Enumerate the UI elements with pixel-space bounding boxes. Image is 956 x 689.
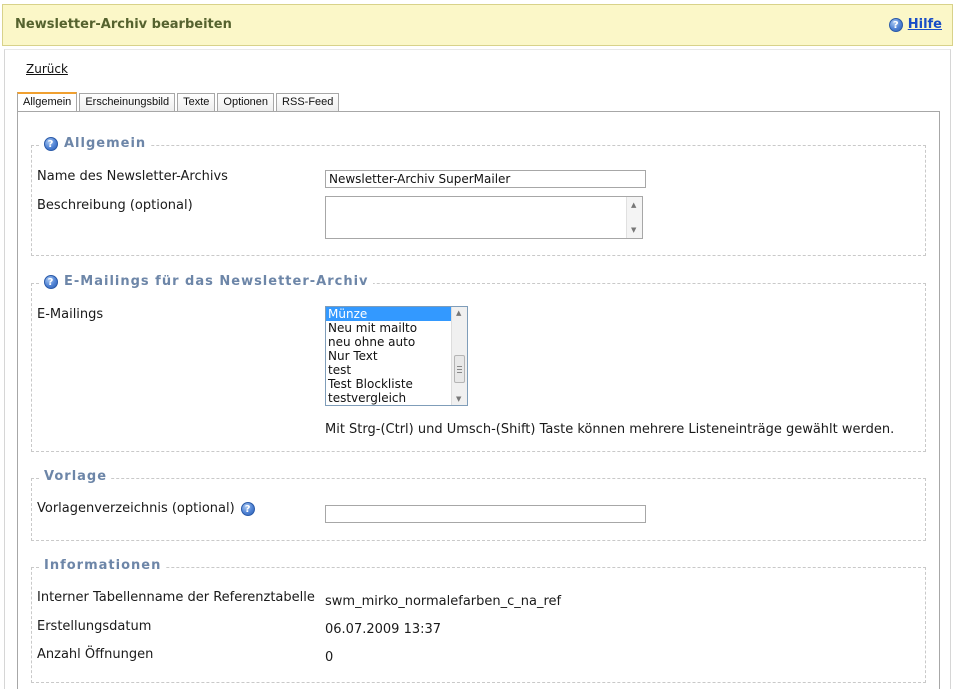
section-emailings-legend: ? E-Mailings für das Newsletter-Archiv xyxy=(40,274,373,289)
opens-label: Anzahl Öffnungen xyxy=(37,647,154,662)
emailing-option[interactable]: test xyxy=(326,363,467,377)
created-label: Erstellungsdatum xyxy=(37,619,152,634)
help-icon[interactable]: ? xyxy=(888,17,903,32)
emailing-option[interactable]: Nur Text xyxy=(326,349,467,363)
section-allgemein-title: Allgemein xyxy=(64,136,147,151)
page-header: Newsletter-Archiv bearbeiten ? Hilfe xyxy=(2,4,953,46)
help-icon[interactable]: ? xyxy=(44,136,58,151)
opens-value: 0 xyxy=(325,650,334,665)
scroll-down-icon[interactable]: ▼ xyxy=(456,395,461,403)
emailings-scrollbar[interactable]: ▲ ▼ xyxy=(451,307,467,405)
scroll-thumb[interactable] xyxy=(454,355,465,383)
section-informationen-title: Informationen xyxy=(44,558,162,573)
help-icon[interactable]: ? xyxy=(240,501,255,516)
description-label: Beschreibung (optional) xyxy=(37,198,193,213)
scroll-up-icon[interactable]: ▲ xyxy=(631,201,636,209)
section-vorlage-title: Vorlage xyxy=(44,469,108,484)
description-textarea[interactable]: ▲ ▼ xyxy=(325,196,643,239)
page-title: Newsletter-Archiv bearbeiten xyxy=(15,17,232,32)
emailings-label: E-Mailings xyxy=(37,307,104,322)
tab-bar: Allgemein Erscheinungsbild Texte Optione… xyxy=(17,92,341,113)
emailing-option[interactable]: neu ohne auto xyxy=(326,335,467,349)
scroll-up-icon[interactable]: ▲ xyxy=(456,309,461,317)
ref-table-label: Interner Tabellenname der Referenztabell… xyxy=(37,590,315,605)
tab-panel: ? Allgemein Name des Newsletter-Archivs … xyxy=(17,111,940,689)
ref-table-value: swm_mirko_normalefarben_c_na_ref xyxy=(325,594,562,609)
section-emailings: ? E-Mailings für das Newsletter-Archiv E… xyxy=(31,274,926,452)
section-vorlage-legend: Vorlage xyxy=(40,469,112,484)
multiselect-hint: Mit Strg-(Ctrl) und Umsch-(Shift) Taste … xyxy=(325,422,895,437)
tab-allgemein[interactable]: Allgemein xyxy=(17,92,78,112)
help-area[interactable]: ? Hilfe xyxy=(888,17,942,32)
section-vorlage: Vorlage Vorlagenverzeichnis (optional) ? xyxy=(31,469,926,541)
emailing-option[interactable]: Neu mit mailto xyxy=(326,321,467,335)
section-informationen: Informationen Interner Tabellenname der … xyxy=(31,558,926,683)
section-emailings-title: E-Mailings für das Newsletter-Archiv xyxy=(64,274,369,289)
emailing-option[interactable]: Münze xyxy=(326,307,467,321)
help-link[interactable]: Hilfe xyxy=(908,17,942,32)
back-link[interactable]: Zurück xyxy=(26,62,68,76)
description-scrollbar[interactable]: ▲ ▼ xyxy=(626,197,642,238)
template-dir-input[interactable] xyxy=(325,505,646,523)
archive-name-input[interactable] xyxy=(325,170,646,188)
help-icon[interactable]: ? xyxy=(44,274,58,289)
template-dir-label: Vorlagenverzeichnis (optional) xyxy=(37,501,235,516)
name-label: Name des Newsletter-Archivs xyxy=(37,169,228,184)
emailing-option[interactable]: Test Blockliste xyxy=(326,377,467,391)
created-value: 06.07.2009 13:37 xyxy=(325,622,442,637)
emailing-option[interactable]: testvergleich xyxy=(326,391,467,405)
scroll-down-icon[interactable]: ▼ xyxy=(631,226,636,234)
tab-erscheinungsbild[interactable]: Erscheinungsbild xyxy=(79,93,176,112)
emailings-listbox[interactable]: Münze Neu mit mailto neu ohne auto Nur T… xyxy=(325,306,468,406)
template-dir-label-row: Vorlagenverzeichnis (optional) ? xyxy=(37,501,255,516)
tab-rss-feed[interactable]: RSS-Feed xyxy=(276,93,340,112)
tab-texte[interactable]: Texte xyxy=(177,93,216,112)
section-allgemein: ? Allgemein Name des Newsletter-Archivs … xyxy=(31,136,926,256)
tab-optionen[interactable]: Optionen xyxy=(217,93,275,112)
section-allgemein-legend: ? Allgemein xyxy=(40,136,151,151)
section-informationen-legend: Informationen xyxy=(40,558,166,573)
